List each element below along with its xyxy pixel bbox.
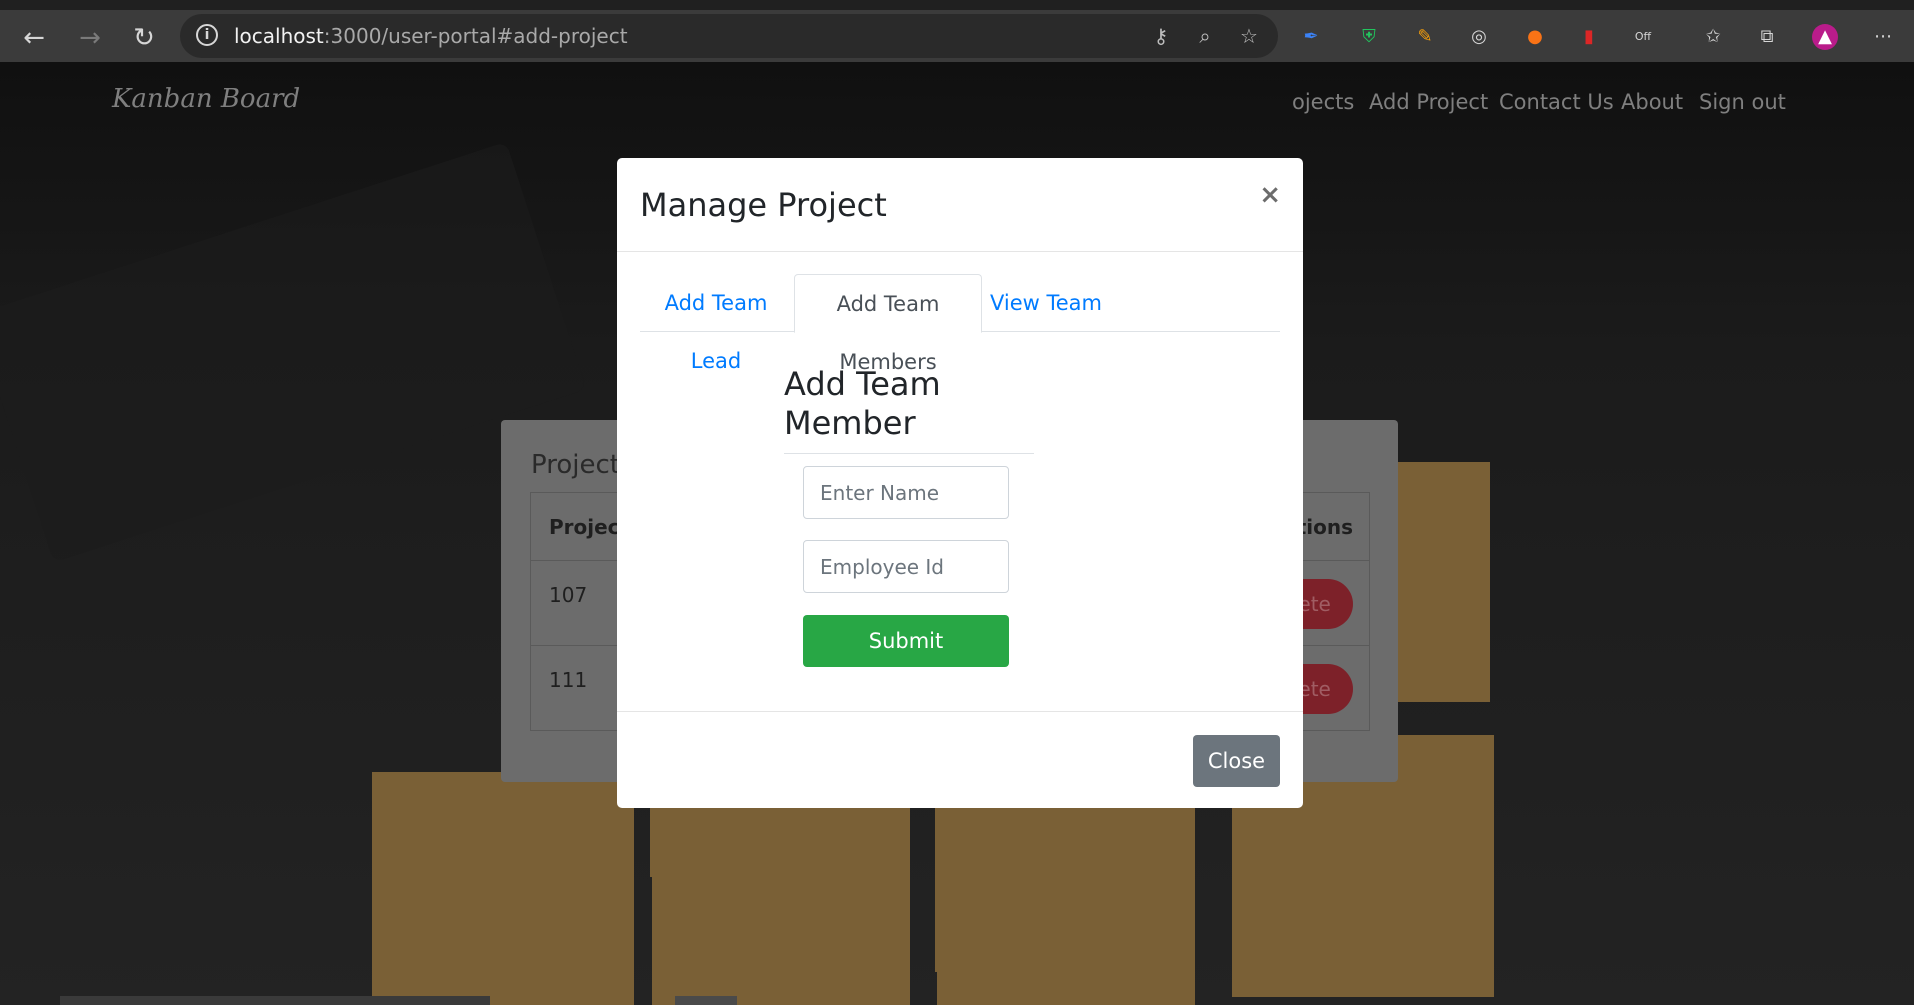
manage-project-modal: Manage Project × Add Team Lead Add Team … (617, 158, 1303, 808)
nav-projects[interactable]: ojects (1292, 90, 1354, 114)
close-button[interactable]: Close (1193, 735, 1280, 787)
modal-header: Manage Project × (617, 158, 1303, 252)
back-icon[interactable]: ← (18, 22, 50, 54)
form-heading: Add Team Member (784, 365, 1034, 454)
sticky-note-decoration (652, 847, 910, 1005)
url-text[interactable]: localhost:3000/user-portal#add-project (234, 24, 628, 48)
extension-color-icon[interactable]: ✎ (1412, 24, 1438, 50)
extension-off-icon[interactable]: Off (1630, 24, 1656, 50)
sticky-note-decoration (372, 772, 634, 1005)
tab-add-team-lead[interactable]: Add Team Lead (640, 274, 792, 373)
name-input[interactable] (803, 466, 1009, 519)
sticky-note-decoration (937, 944, 1195, 1005)
key-icon[interactable]: ⚷ (1148, 23, 1174, 49)
favorites-icon[interactable]: ✩ (1700, 24, 1726, 50)
modal-tabs: Add Team Lead Add Team Members View Team (640, 274, 1280, 374)
nav-sign-out[interactable]: Sign out (1699, 90, 1786, 114)
close-icon[interactable]: × (1259, 180, 1281, 210)
brand-logo[interactable]: Kanban Board (112, 84, 300, 114)
reload-icon[interactable]: ↻ (128, 22, 160, 54)
modal-title: Manage Project (640, 186, 887, 224)
profile-avatar-icon[interactable]: ▲ (1812, 24, 1838, 50)
favorite-add-icon[interactable]: ☆ (1236, 23, 1262, 49)
nav-contact-us[interactable]: Contact Us (1499, 90, 1614, 114)
tab-view-team[interactable]: View Team (984, 274, 1108, 332)
sticky-note-decoration (1390, 462, 1490, 702)
extension-pen-icon[interactable]: ✒ (1298, 24, 1324, 50)
nav-add-project[interactable]: Add Project (1369, 90, 1488, 114)
page-content: Kanban Board ojects Add Project Contact … (0, 62, 1914, 1005)
scrollbar[interactable] (60, 996, 490, 1005)
employee-id-input[interactable] (803, 540, 1009, 593)
collections-icon[interactable]: ⧉ (1754, 24, 1780, 50)
submit-button[interactable]: Submit (803, 615, 1009, 667)
modal-footer: Close (617, 711, 1303, 808)
address-bar[interactable]: i localhost:3000/user-portal#add-project… (180, 14, 1278, 58)
browser-toolbar: ← → ↻ i localhost:3000/user-portal#add-p… (0, 0, 1914, 62)
zoom-icon[interactable]: ⌕ (1192, 23, 1218, 49)
extension-target-icon[interactable]: ◎ (1466, 24, 1492, 50)
nav-about[interactable]: About (1621, 90, 1683, 114)
project-id: 111 (549, 668, 588, 692)
more-menu-icon[interactable]: ⋯ (1870, 24, 1896, 50)
project-id: 107 (549, 583, 588, 607)
scrollbar-thumb[interactable] (675, 996, 737, 1005)
forward-icon[interactable]: → (74, 22, 106, 54)
extension-shield-icon[interactable]: ⛨ (1356, 24, 1382, 50)
extension-dot-icon[interactable]: ● (1522, 24, 1548, 50)
tab-add-team-members[interactable]: Add Team Members (794, 274, 982, 374)
site-info-icon[interactable]: i (196, 24, 218, 46)
extension-book-icon[interactable]: ▮ (1576, 24, 1602, 50)
